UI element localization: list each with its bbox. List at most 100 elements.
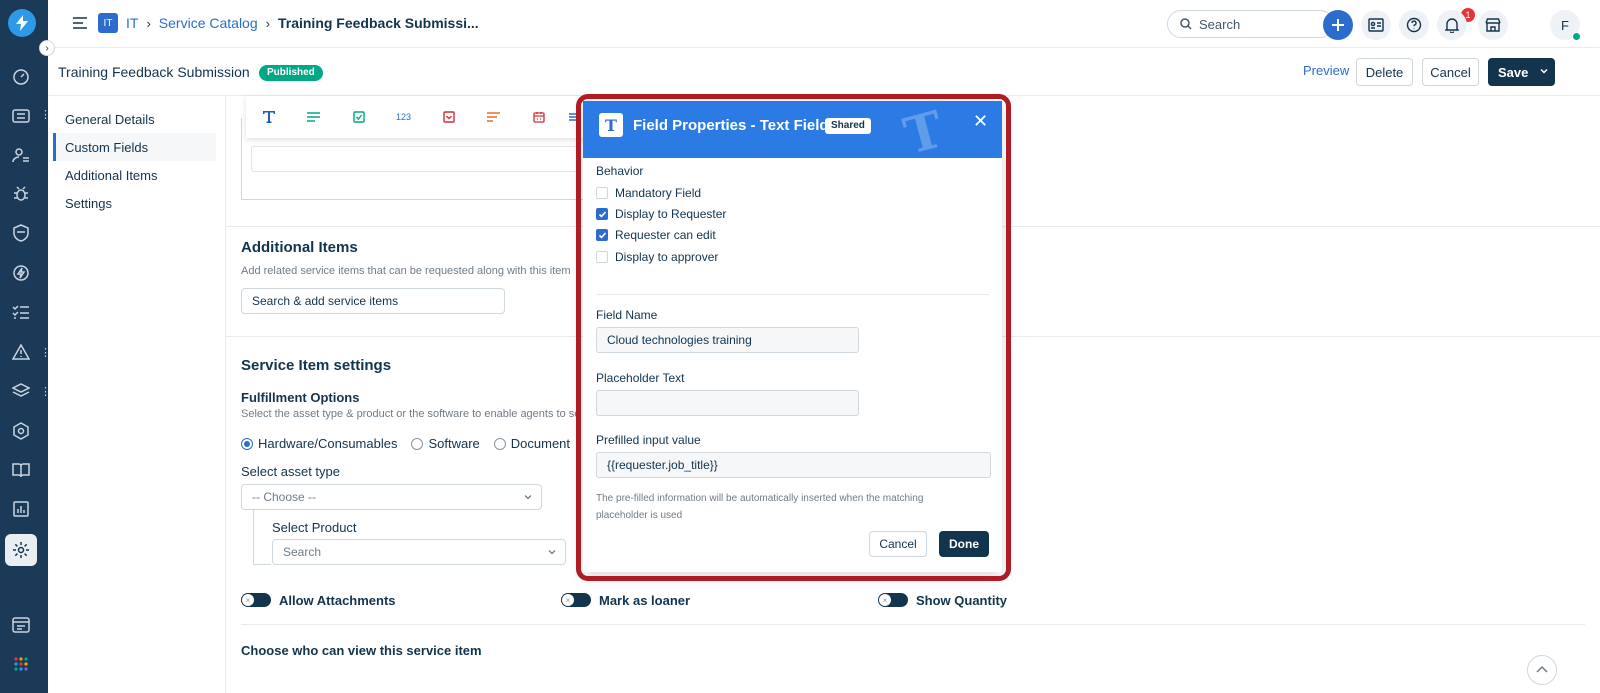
radio-software[interactable]	[411, 437, 424, 450]
chevron-down-icon	[548, 550, 556, 555]
tickets-more-icon[interactable]: ⋮	[40, 109, 51, 121]
radio-software-label[interactable]: Software	[428, 436, 479, 451]
analytics-chart-icon[interactable]	[8, 496, 34, 522]
display-to-approver-checkbox[interactable]	[596, 251, 608, 263]
radio-document-label[interactable]: Document	[511, 436, 570, 451]
save-button[interactable]: Save	[1488, 58, 1555, 86]
service-catalog-icon[interactable]	[8, 612, 34, 638]
notifications-bell-icon[interactable]	[1437, 10, 1467, 40]
date-field-icon[interactable]	[516, 111, 561, 123]
checkbox-field-icon[interactable]	[336, 111, 381, 123]
field-type-toolbar: 123	[246, 96, 586, 138]
radio-document[interactable]	[493, 437, 506, 450]
product-search-placeholder: Search	[283, 545, 322, 559]
text-field-icon[interactable]	[246, 111, 291, 123]
prefilled-value-label: Prefilled input value	[596, 433, 701, 447]
additional-items-title: Additional Items	[241, 239, 358, 256]
radio-hardware[interactable]	[241, 437, 253, 450]
sidenav-item-custom-fields[interactable]: Custom Fields	[53, 133, 216, 161]
breadcrumb-separator-icon: ›	[265, 15, 270, 31]
scroll-to-top-button[interactable]	[1527, 655, 1557, 685]
allow-attachments-toggle[interactable]: ×	[241, 593, 271, 607]
paragraph-field-icon[interactable]	[291, 112, 336, 122]
solutions-book-icon[interactable]	[8, 457, 34, 483]
mandatory-field-checkbox[interactable]	[596, 187, 608, 199]
modal-header: T Field Properties - Text Field Shared T…	[583, 101, 1002, 158]
prefilled-value-input[interactable]: {{requester.job_title}}	[596, 452, 991, 478]
field-name-input[interactable]: Cloud technologies training	[596, 327, 859, 353]
requesters-icon[interactable]	[8, 142, 34, 168]
alerts-warning-icon[interactable]	[8, 339, 34, 365]
sidenav-item-settings[interactable]: Settings	[53, 189, 216, 217]
sidenav-item-general-details[interactable]: General Details	[53, 105, 216, 133]
toggle-off-x-icon: ×	[879, 594, 891, 606]
app-rail: › ⋮ ⋮ ⋮	[0, 0, 55, 693]
new-plus-button[interactable]	[1323, 10, 1353, 40]
sidenav-item-additional-items[interactable]: Additional Items	[53, 161, 216, 189]
field-name-label: Field Name	[596, 308, 658, 322]
display-to-requester-checkbox[interactable]	[596, 208, 608, 220]
toggle-off-x-icon: ×	[242, 594, 254, 606]
preview-link[interactable]: Preview	[1303, 63, 1349, 78]
cancel-button[interactable]: Cancel	[1422, 58, 1479, 86]
text-field-watermark-icon: T	[897, 101, 950, 158]
display-to-approver-option[interactable]: Display to approver	[596, 250, 718, 264]
mandatory-field-option[interactable]: Mandatory Field	[596, 186, 701, 200]
dropdown-field-icon[interactable]	[426, 111, 471, 123]
requester-can-edit-checkbox[interactable]	[596, 229, 608, 241]
breadcrumb-it[interactable]: IT	[126, 15, 138, 31]
freshservice-logo-icon[interactable]	[8, 9, 36, 37]
releases-bolt-icon[interactable]	[8, 260, 34, 286]
requester-can-edit-label: Requester can edit	[615, 228, 716, 242]
requester-can-edit-option[interactable]: Requester can edit	[596, 228, 716, 242]
tasks-list-icon[interactable]	[8, 299, 34, 325]
number-field-icon[interactable]: 123	[381, 112, 426, 122]
expand-rail-icon[interactable]: ›	[39, 40, 55, 56]
global-search-input[interactable]: Search	[1167, 10, 1334, 38]
mark-as-loaner-toggle[interactable]: ×	[561, 593, 591, 607]
product-search-select[interactable]: Search	[272, 539, 566, 565]
page-title: Training Feedback Submission	[58, 64, 250, 80]
modal-cancel-button[interactable]: Cancel	[869, 531, 927, 557]
alerts-more-icon[interactable]: ⋮	[40, 347, 51, 359]
breadcrumb-service-catalog[interactable]: Service Catalog	[159, 15, 258, 31]
changes-shield-icon[interactable]	[8, 220, 34, 246]
field-name-value: Cloud technologies training	[607, 333, 752, 347]
menu-toggle-icon[interactable]	[72, 16, 88, 33]
marketplace-store-icon[interactable]	[1478, 10, 1508, 40]
problems-bug-icon[interactable]	[8, 181, 34, 207]
breadcrumb-separator-icon: ›	[146, 15, 151, 31]
top-header: IT IT › Service Catalog › Training Feedb…	[48, 0, 1600, 48]
product-label: Select Product	[272, 520, 357, 535]
show-quantity-toggle[interactable]: ×	[878, 593, 908, 607]
additional-items-search-input[interactable]: Search & add service items	[241, 288, 505, 314]
projects-icon[interactable]	[8, 418, 34, 444]
chevron-down-icon[interactable]	[1539, 66, 1549, 76]
apps-grid-icon[interactable]	[8, 651, 34, 677]
search-placeholder: Search	[1199, 16, 1241, 32]
tickets-icon[interactable]	[8, 103, 34, 129]
tree-connector	[253, 564, 271, 565]
allow-attachments-label: Allow Attachments	[279, 593, 396, 608]
asset-type-select[interactable]: -- Choose --	[241, 484, 542, 510]
user-avatar[interactable]: F	[1550, 10, 1581, 41]
close-icon[interactable]: ✕	[973, 111, 988, 132]
assets-layers-icon[interactable]	[8, 378, 34, 404]
search-icon	[1180, 18, 1192, 30]
modal-title: Field Properties - Text Field	[633, 117, 829, 134]
help-icon[interactable]	[1399, 10, 1429, 40]
module-badge: IT	[98, 13, 118, 33]
assets-more-icon[interactable]: ⋮	[40, 386, 51, 398]
text-field-type-icon: T	[599, 113, 623, 137]
multi-select-field-icon[interactable]	[471, 112, 516, 122]
mark-as-loaner-label: Mark as loaner	[599, 593, 691, 608]
dashboard-icon[interactable]	[8, 64, 34, 90]
show-quantity-label: Show Quantity	[916, 593, 1007, 608]
contacts-card-icon[interactable]	[1361, 10, 1391, 40]
modal-done-button[interactable]: Done	[939, 531, 989, 557]
delete-button[interactable]: Delete	[1356, 58, 1413, 86]
radio-hardware-label[interactable]: Hardware/Consumables	[258, 436, 397, 451]
display-to-requester-option[interactable]: Display to Requester	[596, 207, 726, 221]
placeholder-text-input[interactable]	[596, 390, 859, 416]
admin-settings-gear-icon[interactable]	[5, 534, 37, 566]
